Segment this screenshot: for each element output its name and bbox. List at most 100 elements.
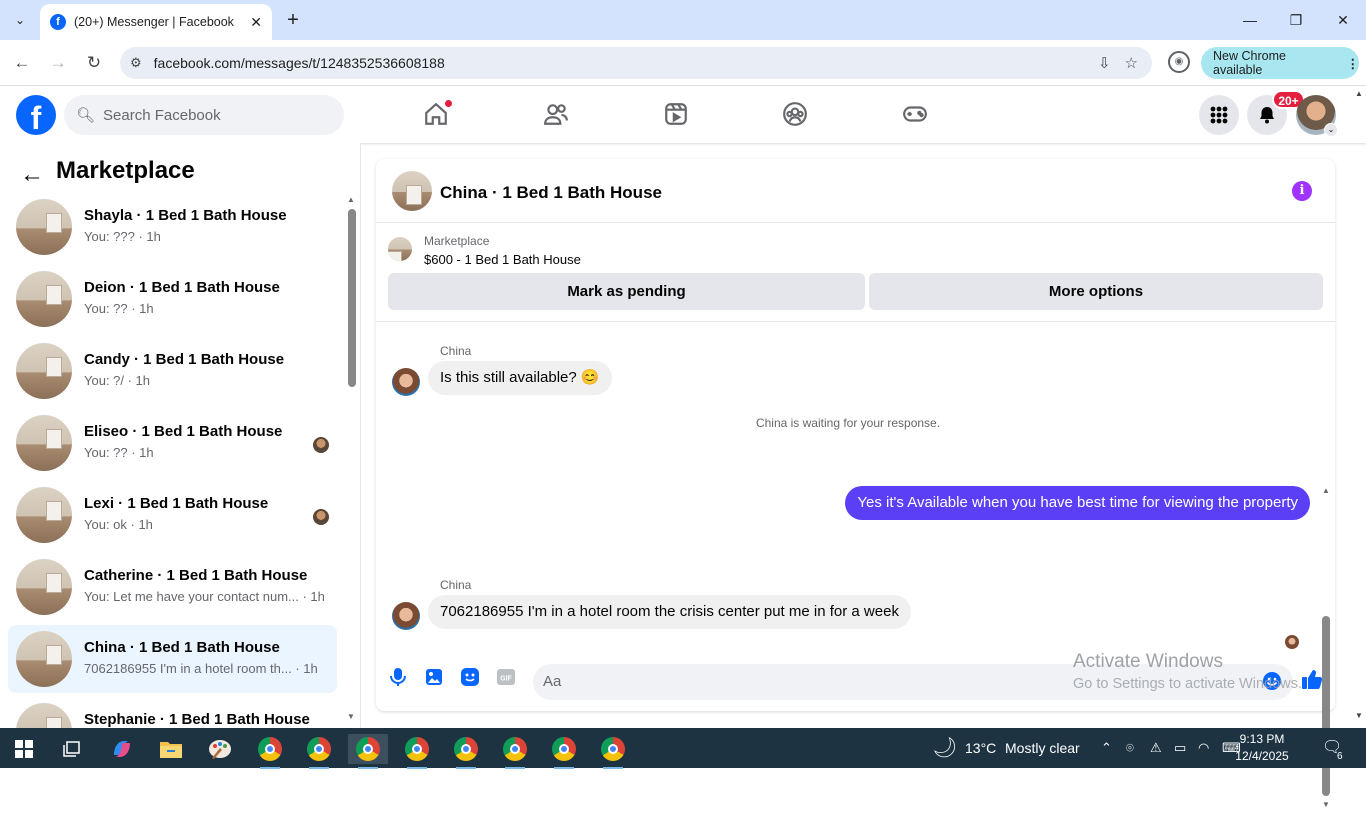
tab-search-dropdown-icon[interactable]: ⌄ [8, 8, 32, 32]
minimize-icon[interactable]: — [1230, 6, 1270, 34]
svg-text:GIF: GIF [500, 676, 512, 683]
gif-icon[interactable]: GIF [494, 665, 518, 689]
facebook-logo-icon[interactable]: f [16, 95, 56, 135]
sidebar-scrollbar[interactable]: ▲ ▼ [346, 195, 356, 721]
chrome-profile-5-icon[interactable] [446, 734, 486, 769]
listing-thumbnail [16, 415, 72, 471]
page-scrollbar[interactable]: ▲ ▼ [1352, 87, 1366, 728]
conversation-item[interactable]: Catherine · 1 Bed 1 Bath House You: Let … [8, 553, 337, 621]
site-info-icon[interactable]: ⚙ [130, 55, 142, 71]
new-tab-icon[interactable]: + [282, 8, 304, 32]
seen-avatar [313, 437, 329, 453]
conversation-item[interactable]: Deion · 1 Bed 1 Bath House You: ?? · 1h [8, 265, 337, 333]
scroll-up-icon[interactable]: ▲ [347, 195, 355, 204]
weather-temperature[interactable]: 13°C [965, 728, 996, 768]
sender-avatar[interactable] [392, 368, 420, 396]
paint-app-icon[interactable] [200, 734, 240, 764]
conversation-item[interactable]: Eliseo · 1 Bed 1 Bath House You: ?? · 1h [8, 409, 337, 477]
mark-as-pending-button[interactable]: Mark as pending [388, 273, 865, 310]
chat-listing-thumbnail[interactable] [392, 171, 432, 211]
weather-condition[interactable]: Mostly clear [1005, 728, 1080, 768]
browser-tab-strip: ⌄ f (20+) Messenger | Facebook ✕ + — ❐ ✕ [0, 0, 1366, 40]
conversation-item[interactable]: Stephanie · 1 Bed 1 Bath House [8, 697, 337, 728]
listing-small-thumbnail [388, 237, 412, 261]
install-app-icon[interactable]: ⇩ [1098, 54, 1111, 72]
address-bar[interactable]: ⚙ facebook.com/messages/t/12483525366081… [120, 47, 1152, 79]
reload-icon[interactable]: ↻ [81, 50, 107, 76]
close-window-icon[interactable]: ✕ [1323, 6, 1363, 34]
back-icon[interactable]: ← [9, 50, 35, 76]
chevron-down-icon: ⌄ [1324, 123, 1338, 137]
back-arrow-icon[interactable]: ← [20, 161, 44, 189]
menu-grid-icon[interactable] [1199, 95, 1239, 135]
close-tab-icon[interactable]: ✕ [250, 14, 262, 31]
weather-moon-icon[interactable]: 🌙︎ [932, 728, 957, 768]
browser-tab[interactable]: f (20+) Messenger | Facebook ✕ [40, 4, 272, 40]
conversation-item[interactable]: Shayla · 1 Bed 1 Bath House You: ??? · 1… [8, 193, 337, 261]
scroll-up-icon[interactable]: ▲ [1322, 486, 1330, 495]
chrome-profile-8-icon[interactable] [593, 734, 633, 769]
conversation-preview: You: Let me have your contact num... · 1… [84, 589, 325, 604]
battery-icon[interactable]: ▭ [1174, 728, 1186, 768]
scroll-down-icon[interactable]: ▼ [1355, 711, 1363, 720]
home-notification-dot [445, 100, 452, 107]
marketplace-conversation-list: ← Marketplace Shayla · 1 Bed 1 Bath Hous… [0, 143, 361, 728]
video-icon[interactable] [659, 99, 693, 129]
account-avatar[interactable]: ⌄ [1296, 95, 1338, 137]
copilot-icon[interactable] [102, 734, 142, 764]
scroll-down-icon[interactable]: ▼ [1322, 800, 1330, 809]
conversation-name: Catherine · 1 Bed 1 Bath House [84, 567, 308, 584]
chrome-profile-6-icon[interactable] [495, 734, 535, 769]
wifi-icon[interactable]: ◠ [1198, 728, 1209, 768]
incoming-message[interactable]: Is this still available? 😊 [428, 361, 612, 395]
chat-title[interactable]: China · 1 Bed 1 Bath House [440, 183, 662, 203]
more-menu-icon[interactable]: ⋮ [1347, 56, 1360, 71]
chrome-profile-7-icon[interactable] [544, 734, 584, 769]
listing-price-title[interactable]: $600 - 1 Bed 1 Bath House [424, 252, 581, 267]
task-view-icon[interactable] [52, 734, 92, 764]
meet-now-icon[interactable]: ⌾ [1126, 728, 1134, 768]
show-hidden-icons-chevron-icon[interactable]: ⌃ [1101, 728, 1112, 768]
friends-icon[interactable] [539, 99, 573, 129]
notification-center-icon[interactable]: 🗨︎ [1322, 728, 1348, 768]
notification-center-count: 6 [1337, 751, 1343, 762]
system-clock[interactable]: 9:13 PM 12/4/2025 [1222, 731, 1302, 765]
profile-icon[interactable]: ◉ [1168, 51, 1190, 73]
sticker-icon[interactable] [458, 665, 482, 689]
file-explorer-icon[interactable] [151, 734, 191, 764]
chrome-profile-2-icon[interactable] [299, 734, 339, 769]
chrome-profile-4-icon[interactable] [397, 734, 437, 769]
read-receipt-avatar [1285, 635, 1299, 649]
message-thread: China Is this still available? 😊 China i… [376, 321, 1335, 809]
search-facebook-input[interactable]: 🔍︎ Search Facebook [64, 95, 344, 135]
sender-avatar[interactable] [392, 602, 420, 630]
incoming-message[interactable]: 7062186955 I'm in a hotel room the crisi… [428, 595, 911, 629]
gaming-icon[interactable] [898, 99, 932, 129]
bookmark-star-icon[interactable]: ☆ [1125, 54, 1138, 72]
conversation-item-active[interactable]: China · 1 Bed 1 Bath House 7062186955 I'… [8, 625, 337, 693]
photo-icon[interactable] [422, 665, 446, 689]
conversation-name: Stephanie · 1 Bed 1 Bath House [84, 711, 310, 728]
more-options-button[interactable]: More options [869, 273, 1323, 310]
security-alert-icon[interactable]: ⚠ [1150, 728, 1162, 768]
outgoing-message[interactable]: Yes it's Available when you have best ti… [845, 486, 1310, 520]
conversation-item[interactable]: Lexi · 1 Bed 1 Bath House You: ok · 1h [8, 481, 337, 549]
scrollbar-thumb[interactable] [348, 209, 356, 387]
groups-icon[interactable] [778, 99, 812, 129]
listing-thumbnail [16, 271, 72, 327]
conversation-preview: 7062186955 I'm in a hotel room th... · 1… [84, 661, 318, 676]
chrome-profile-3-icon[interactable] [348, 734, 388, 769]
message-sender: China [440, 344, 472, 358]
microphone-icon[interactable] [386, 665, 410, 689]
conversation-item[interactable]: Candy · 1 Bed 1 Bath House You: ?/ · 1h [8, 337, 337, 405]
conversation-name: Eliseo · 1 Bed 1 Bath House [84, 423, 283, 440]
chrome-profile-1-icon[interactable] [250, 734, 290, 769]
forward-icon[interactable]: → [45, 50, 71, 76]
new-chrome-available-button[interactable]: New Chrome available ⋮ [1201, 47, 1359, 79]
scroll-up-icon[interactable]: ▲ [1355, 89, 1363, 98]
scroll-down-icon[interactable]: ▼ [347, 712, 355, 721]
info-icon[interactable]: i [1292, 181, 1312, 201]
restore-icon[interactable]: ❐ [1276, 6, 1316, 34]
windows-start-icon[interactable] [4, 734, 44, 764]
search-placeholder: Search Facebook [103, 106, 221, 124]
